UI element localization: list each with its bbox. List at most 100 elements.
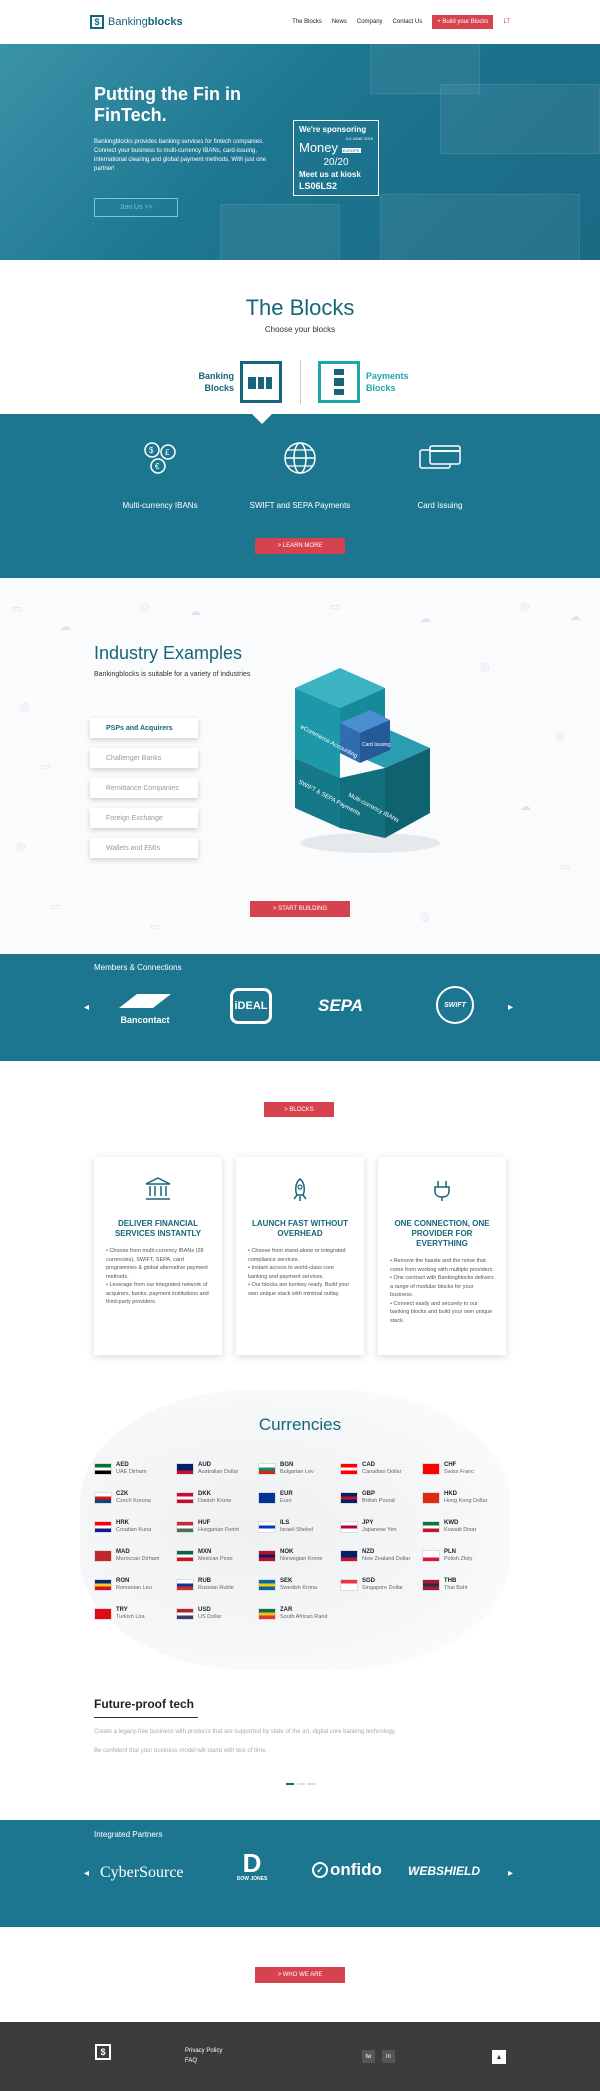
payments-blocks-tab[interactable] <box>318 361 360 403</box>
scroll-top-icon[interactable]: ▲ <box>492 2050 506 2064</box>
blocks-button[interactable]: > BLOCKS <box>264 1102 334 1117</box>
currency-code: GBP <box>362 1491 376 1497</box>
currency-name: Danish Krone <box>198 1498 232 1504</box>
learn-more-button[interactable]: > LEARN MORE <box>255 538 345 554</box>
carousel-dot[interactable] <box>297 1783 305 1785</box>
footer-logo-icon[interactable]: $ <box>95 2044 111 2060</box>
payments-blocks-icon <box>334 369 344 395</box>
sponsor-badge[interactable]: We're sponsoring 3-6 JUNE 2019 Money EUR… <box>293 120 379 196</box>
industry-item-psps[interactable]: PSPs and Acquirers <box>90 718 198 738</box>
flag-icon <box>176 1521 194 1533</box>
currency-item: CHF Swiss Franc <box>422 1462 474 1476</box>
currency-item: HRK Croatian Kuna <box>94 1520 151 1534</box>
nav-link-company[interactable]: Company <box>357 19 383 25</box>
logo-text-bold: blocks <box>147 16 183 28</box>
industry-item-fx[interactable]: Foreign Exchange <box>90 808 198 828</box>
nav-link-blocks[interactable]: The Blocks <box>292 19 322 25</box>
partners-next-arrow-icon[interactable]: ▸ <box>508 1868 513 1879</box>
start-building-button[interactable]: > START BUILDING <box>250 901 350 917</box>
globe-icon <box>240 438 360 489</box>
currency-name: South African Rand <box>280 1614 328 1620</box>
site-logo[interactable]: $ Bankingblocks <box>90 15 183 29</box>
future-text-2: Be confident that your business model wi… <box>94 1748 268 1754</box>
currency-name: Polish Zloty <box>444 1556 473 1562</box>
currency-item: JPY Japanese Yen <box>340 1520 397 1534</box>
members-next-arrow-icon[interactable]: ▸ <box>508 1002 513 1013</box>
currency-name: Japanese Yen <box>362 1527 397 1533</box>
currency-code: NZD <box>362 1549 375 1555</box>
feature-label: SWIFT and SEPA Payments <box>249 501 351 510</box>
currency-item: THB Thai Baht <box>422 1578 468 1592</box>
industry-item-wallets[interactable]: Wallets and EMIs <box>90 838 198 858</box>
blocks-title: The Blocks <box>245 295 355 320</box>
currency-name: Hong Kong Dollar <box>444 1498 488 1504</box>
badge-money: Money <box>299 140 339 155</box>
currency-name: Turkish Lira <box>116 1614 145 1620</box>
who-we-are-button[interactable]: > WHO WE ARE <box>255 1967 345 1983</box>
twitter-icon[interactable]: tw <box>362 2050 375 2063</box>
bg-cloud-icon: ☁ <box>520 801 531 813</box>
swift-logo: SWIFT <box>436 986 474 1024</box>
carousel-dots <box>286 1783 316 1785</box>
carousel-dot[interactable] <box>308 1783 316 1785</box>
svg-text:€: € <box>155 462 160 471</box>
bg-globe-icon: ◎ <box>140 601 150 613</box>
carousel-dot[interactable] <box>286 1783 294 1785</box>
feature-label: Card Issuing <box>417 501 463 510</box>
currency-name: Romanian Leu <box>116 1585 152 1591</box>
banking-blocks-tab[interactable] <box>240 361 282 403</box>
logo-mark-icon: $ <box>90 15 104 29</box>
language-switch[interactable]: LT <box>503 19 510 25</box>
flag-icon <box>422 1550 440 1562</box>
faq-link[interactable]: FAQ <box>185 2058 197 2064</box>
flag-icon <box>94 1608 112 1620</box>
hero-bg-shape <box>220 204 340 260</box>
card-body: • Choose from multi-currency IBANs (28 c… <box>106 1248 209 1305</box>
card-title: LAUNCH FAST WITHOUT OVERHEAD <box>252 1219 348 1238</box>
nav-link-news[interactable]: News <box>332 19 347 25</box>
bg-card-icon: ▭ <box>150 921 161 933</box>
hero-bg-shape <box>440 84 600 154</box>
partners-prev-arrow-icon[interactable]: ◂ <box>84 1868 89 1879</box>
onfido-text: onfido <box>330 1860 382 1879</box>
bancontact-mark-icon <box>119 994 171 1008</box>
flag-icon <box>422 1579 440 1591</box>
members-prev-arrow-icon[interactable]: ◂ <box>84 1002 89 1013</box>
feature-label: Multi-currency IBANs <box>122 501 198 510</box>
tab-pointer <box>252 414 272 424</box>
currency-name: Swedish Krona <box>280 1585 317 1591</box>
badge-year: 20/20 <box>323 157 349 168</box>
currency-code: MAD <box>116 1549 130 1555</box>
onfido-check-icon: ✓ <box>312 1862 328 1878</box>
join-us-button[interactable]: Join Us >> <box>94 198 178 217</box>
currency-name: Czech Koruna <box>116 1498 151 1504</box>
cube-label-cards: Card Issuing <box>362 742 390 748</box>
banking-blocks-label[interactable]: Banking Blocks <box>190 370 234 394</box>
currency-code: MXN <box>198 1549 212 1555</box>
currency-code: CAD <box>362 1462 375 1468</box>
dowjones-logo: D DOW JONES <box>230 1850 274 1882</box>
linkedin-icon[interactable]: in <box>382 2050 395 2063</box>
currency-item: KWD Kuwaiti Dinar <box>422 1520 476 1534</box>
industry-item-challenger[interactable]: Challenger Banks <box>90 748 198 768</box>
currency-name: Canadian Dollar <box>362 1469 402 1475</box>
privacy-policy-link[interactable]: Privacy Policy <box>185 2048 222 2054</box>
webshield-logo: WEBSHIELD <box>408 1864 480 1878</box>
flag-icon <box>176 1550 194 1562</box>
bancontact-logo: Bancontact <box>115 992 175 1025</box>
industry-item-remittance[interactable]: Remittance Companies <box>90 778 198 798</box>
feature-swift-sepa: SWIFT and SEPA Payments <box>240 438 360 511</box>
currency-name: Moroccan Dirham <box>116 1556 160 1562</box>
currency-name: Hungarian Forint <box>198 1527 239 1533</box>
blocks-divider <box>300 360 301 404</box>
build-blocks-button[interactable]: + Build your Blocks <box>432 15 494 29</box>
currency-item: SEK Swedish Krona <box>258 1578 317 1592</box>
card-launch: LAUNCH FAST WITHOUT OVERHEAD • Choose fr… <box>236 1157 364 1355</box>
members-section: Members & Connections ◂ ▸ Bancontact iDE… <box>0 954 600 1061</box>
top-nav: $ Bankingblocks The Blocks News Company … <box>0 0 600 44</box>
flag-icon <box>258 1492 276 1504</box>
payments-blocks-label[interactable]: Payments Blocks <box>366 370 426 394</box>
cybersource-logo: CyberSource <box>100 1864 184 1881</box>
currency-name: Swiss Franc <box>444 1469 474 1475</box>
nav-link-contact[interactable]: Contact Us <box>393 19 423 25</box>
